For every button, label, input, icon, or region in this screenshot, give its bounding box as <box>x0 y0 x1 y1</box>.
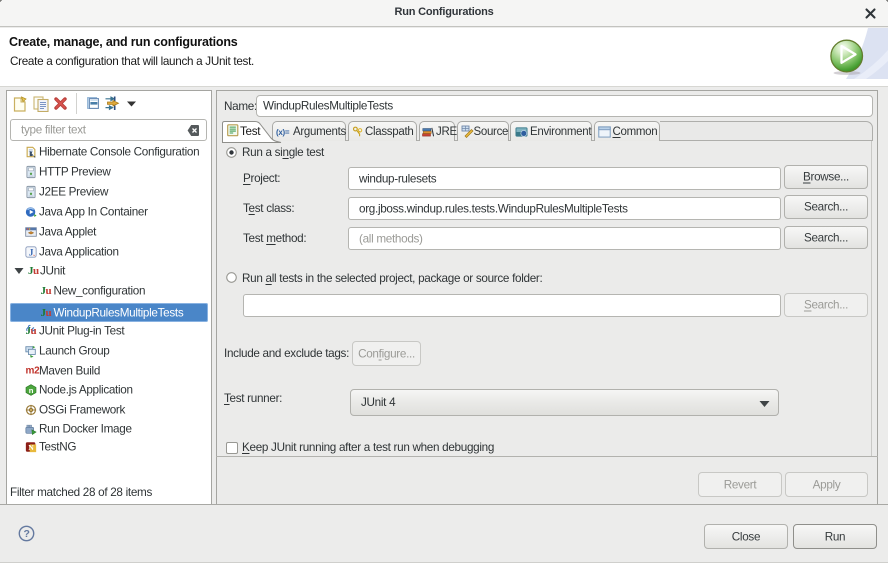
svg-text:?: ? <box>23 528 29 540</box>
svg-text:N: N <box>28 443 34 452</box>
svg-text:J: J <box>29 248 34 258</box>
svg-text:n: n <box>29 386 34 395</box>
